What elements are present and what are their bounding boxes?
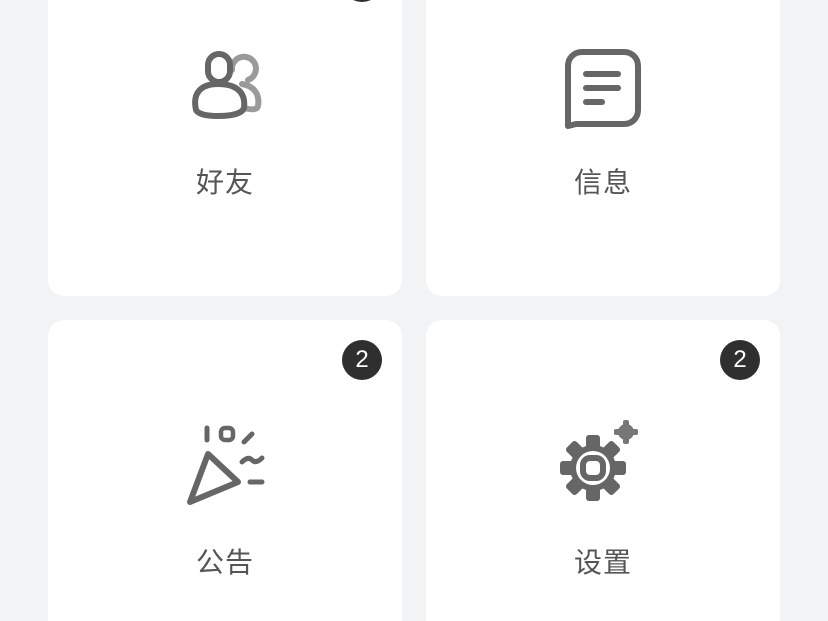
announcements-label: 公告 (195, 546, 254, 579)
menu-grid: 好友 信息 2 公告 2 设置 (0, 0, 828, 621)
friends-label: 好友 (195, 166, 254, 199)
announcements-card[interactable]: 2 公告 (48, 320, 402, 621)
friends-icon (180, 40, 270, 130)
badge-partial (342, 0, 382, 2)
messages-label: 信息 (573, 166, 632, 199)
gear-icon (558, 420, 648, 510)
settings-badge: 2 (720, 340, 760, 380)
settings-card[interactable]: 2 设置 (426, 320, 780, 621)
messages-card[interactable]: 信息 (426, 0, 780, 296)
settings-label: 设置 (573, 546, 632, 579)
message-icon (558, 40, 648, 130)
announcements-badge: 2 (342, 340, 382, 380)
friends-card[interactable]: 好友 (48, 0, 402, 296)
party-popper-icon (180, 420, 270, 510)
